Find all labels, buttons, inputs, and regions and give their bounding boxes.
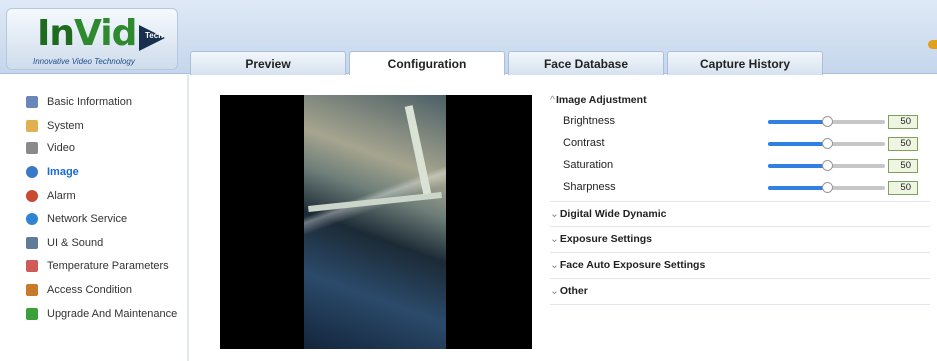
sharpness-label: Sharpness: [563, 181, 616, 193]
logo-badge: Tech: [145, 31, 164, 40]
settings-panel: ^Image Adjustment Brightness 50 Contrast…: [550, 91, 930, 305]
sidebar-item-access-condition[interactable]: Access Condition: [26, 281, 132, 299]
other-section[interactable]: ⌄Other: [550, 279, 930, 305]
brightness-value[interactable]: 50: [888, 115, 918, 129]
sidebar-item-temperature-parameters[interactable]: Temperature Parameters: [26, 257, 169, 275]
sidebar-item-label: Image: [47, 166, 79, 178]
video-icon: [26, 142, 38, 154]
user-icon[interactable]: [928, 40, 937, 49]
saturation-value[interactable]: 50: [888, 159, 918, 173]
logo-tagline: Innovative Video Technology: [33, 57, 135, 66]
sidebar-item-label: Temperature Parameters: [47, 260, 169, 272]
contrast-value[interactable]: 50: [888, 137, 918, 151]
chevron-down-icon: ⌄: [550, 233, 559, 245]
sidebar-item-label: Access Condition: [47, 284, 132, 296]
slider-handle[interactable]: [821, 160, 833, 171]
logo-text-vid: Vid: [74, 13, 137, 54]
tab-capture-history[interactable]: Capture History: [667, 51, 823, 75]
logo-wordmark: InVid: [37, 13, 137, 54]
sidebar-item-label: Upgrade And Maintenance: [47, 308, 178, 320]
saturation-slider[interactable]: [768, 160, 885, 171]
network-icon: [26, 213, 38, 225]
brightness-slider[interactable]: [768, 116, 885, 127]
sharpness-slider[interactable]: [768, 182, 885, 193]
temperature-icon: [26, 260, 38, 272]
brightness-row: Brightness 50: [550, 111, 930, 133]
system-icon: [26, 120, 38, 132]
alarm-icon: [26, 190, 38, 202]
slider-handle[interactable]: [821, 138, 833, 149]
sidebar-item-video[interactable]: Video: [26, 139, 75, 157]
section-title: ⌄Other: [550, 285, 588, 297]
slider-fill: [768, 164, 827, 168]
sidebar-item-upgrade-maintenance[interactable]: Upgrade And Maintenance: [26, 305, 177, 323]
brightness-label: Brightness: [563, 115, 615, 127]
upgrade-icon: [26, 308, 38, 320]
digital-wide-dynamic-section[interactable]: ⌄Digital Wide Dynamic: [550, 201, 930, 227]
frame-detail: [404, 105, 432, 195]
exposure-settings-section[interactable]: ⌄Exposure Settings: [550, 227, 930, 253]
slider-fill: [768, 142, 827, 146]
sidebar-item-system[interactable]: System: [26, 117, 84, 135]
sidebar-item-label: Alarm: [47, 190, 76, 202]
logo-text-in: In: [37, 13, 75, 54]
chevron-down-icon: ⌄: [550, 259, 559, 271]
chevron-up-icon: ^: [550, 94, 555, 106]
invid-logo: InVid Tech Innovative Video Technology: [6, 8, 178, 70]
sound-icon: [26, 237, 38, 249]
image-adjustment-header[interactable]: ^Image Adjustment: [550, 91, 930, 111]
sidebar-item-ui-sound[interactable]: UI & Sound: [26, 234, 103, 252]
section-title-text: Exposure Settings: [559, 233, 653, 245]
section-title-text: Digital Wide Dynamic: [559, 208, 667, 220]
sidebar-item-image[interactable]: Image: [26, 163, 79, 181]
document-icon: [26, 96, 38, 108]
section-title: ⌄Face Auto Exposure Settings: [550, 259, 705, 271]
image-icon: [26, 166, 38, 178]
sidebar-menu: Basic Information System Video Image Ala…: [0, 75, 189, 361]
sidebar-item-label: Video: [47, 142, 75, 154]
saturation-row: Saturation 50: [550, 155, 930, 177]
tab-preview[interactable]: Preview: [190, 51, 346, 75]
section-title-text: Image Adjustment: [555, 94, 647, 106]
sidebar-item-basic-information[interactable]: Basic Information: [26, 93, 132, 111]
contrast-label: Contrast: [563, 137, 605, 149]
slider-fill: [768, 186, 827, 190]
sharpness-row: Sharpness 50: [550, 177, 930, 199]
sidebar-item-alarm[interactable]: Alarm: [26, 187, 76, 205]
camera-frame: [304, 95, 446, 349]
frame-detail: [308, 192, 442, 212]
contrast-slider[interactable]: [768, 138, 885, 149]
sidebar-item-network-service[interactable]: Network Service: [26, 210, 127, 228]
sharpness-value[interactable]: 50: [888, 181, 918, 195]
tab-configuration[interactable]: Configuration: [349, 51, 505, 76]
tab-face-database[interactable]: Face Database: [508, 51, 664, 75]
saturation-label: Saturation: [563, 159, 614, 171]
slider-fill: [768, 120, 827, 124]
sidebar-item-label: UI & Sound: [47, 237, 104, 249]
section-title: ^Image Adjustment: [550, 94, 647, 106]
slider-handle[interactable]: [821, 116, 833, 127]
face-auto-exposure-section[interactable]: ⌄Face Auto Exposure Settings: [550, 253, 930, 279]
section-title-text: Other: [559, 285, 588, 297]
section-title: ⌄Digital Wide Dynamic: [550, 208, 667, 220]
sidebar-item-label: System: [47, 120, 84, 132]
chevron-down-icon: ⌄: [550, 285, 559, 297]
sidebar-item-label: Basic Information: [47, 96, 132, 108]
access-icon: [26, 284, 38, 296]
chevron-down-icon: ⌄: [550, 208, 559, 220]
sidebar-item-label: Network Service: [47, 213, 128, 225]
section-title: ⌄Exposure Settings: [550, 233, 652, 245]
video-preview[interactable]: [220, 95, 532, 349]
contrast-row: Contrast 50: [550, 133, 930, 155]
main-content: ^Image Adjustment Brightness 50 Contrast…: [190, 75, 937, 361]
slider-handle[interactable]: [821, 182, 833, 193]
section-title-text: Face Auto Exposure Settings: [559, 259, 706, 271]
